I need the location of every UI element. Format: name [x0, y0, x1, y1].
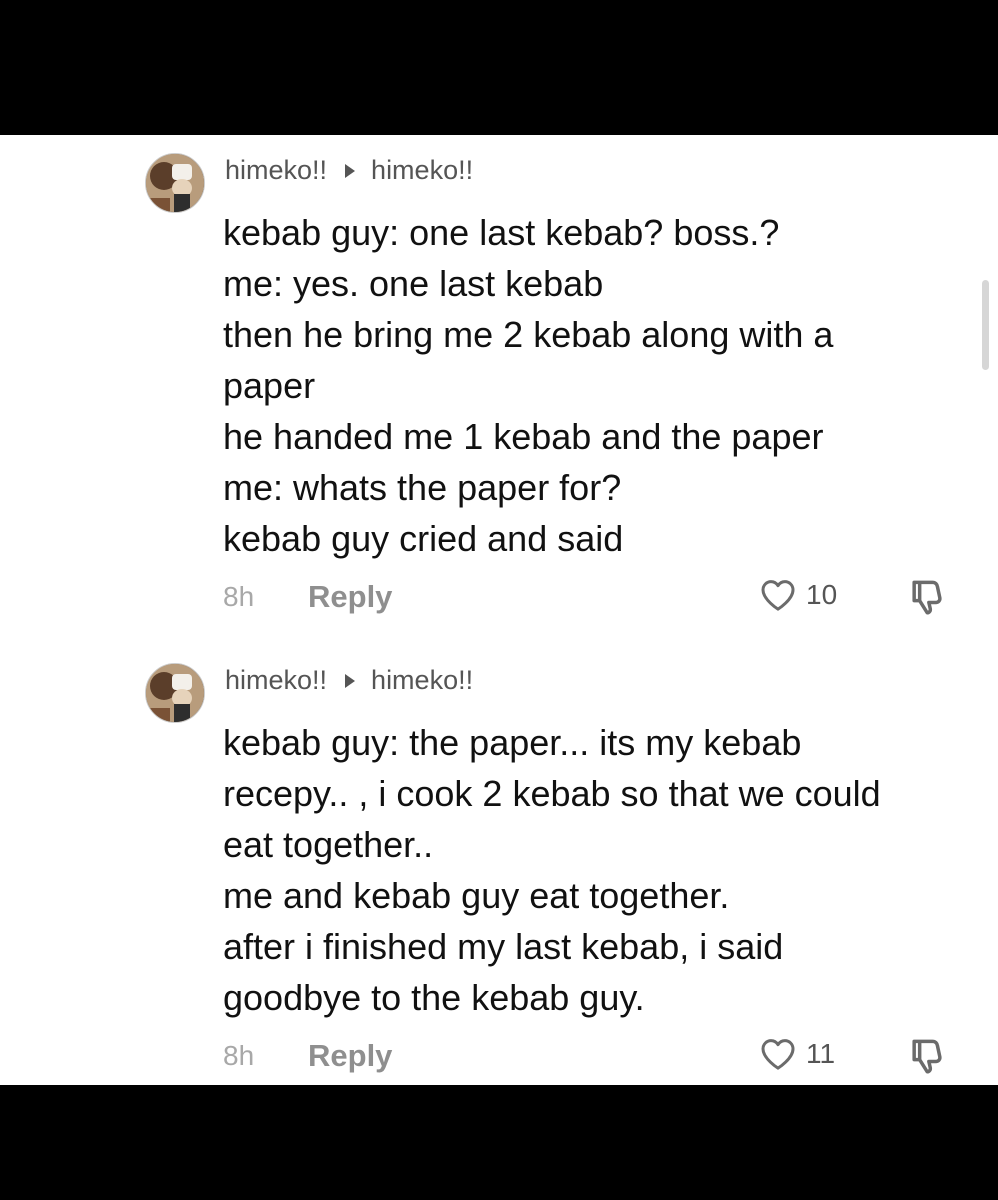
caret-right-icon — [345, 673, 356, 688]
comment-line: goodbye to the kebab guy. — [223, 977, 645, 1018]
comment-line: eat together.. — [223, 824, 434, 865]
avatar[interactable] — [145, 153, 205, 213]
comment-text: kebab guy: the paper... its my kebab rec… — [223, 717, 983, 1023]
like-button[interactable]: 10 — [758, 575, 837, 615]
reply-button[interactable]: Reply — [308, 1038, 392, 1074]
scrollbar[interactable] — [982, 280, 989, 370]
comment-line: me and kebab guy eat together. — [223, 875, 730, 916]
reply-to-username[interactable]: himeko!! — [371, 665, 473, 696]
comment-line: recepy.. , i cook 2 kebab so that we cou… — [223, 773, 881, 814]
caret-right-icon — [345, 163, 356, 178]
avatar[interactable] — [145, 663, 205, 723]
comment-footer: 8h Reply 11 — [223, 1036, 983, 1076]
comment-line: after i finished my last kebab, i said — [223, 926, 784, 967]
avatar-image — [146, 664, 204, 722]
comment-line: he handed me 1 kebab and the paper — [223, 416, 824, 457]
reply-button[interactable]: Reply — [308, 579, 392, 615]
username[interactable]: himeko!! — [225, 155, 327, 186]
heart-icon — [761, 1039, 795, 1070]
dislike-button[interactable] — [905, 575, 949, 627]
comment-line: then he bring me 2 kebab along with a — [223, 314, 834, 355]
thumbs-down-icon — [912, 1039, 942, 1074]
comment-list: himeko!! himeko!! kebab guy: one last ke… — [0, 135, 998, 1085]
timestamp: 8h — [223, 581, 255, 612]
like-button[interactable]: 11 — [758, 1034, 835, 1074]
like-count: 10 — [806, 579, 838, 610]
thumbs-down-icon — [912, 580, 942, 615]
comment-line: kebab guy: the paper... its my kebab — [223, 722, 802, 763]
comment-header: himeko!! himeko!! — [225, 155, 473, 186]
heart-icon — [761, 580, 795, 611]
comment-header: himeko!! himeko!! — [225, 665, 473, 696]
like-count: 11 — [806, 1038, 836, 1069]
comment-text: kebab guy: one last kebab? boss.? me: ye… — [223, 207, 983, 564]
dislike-button[interactable] — [905, 1034, 949, 1085]
comment-line: me: yes. one last kebab — [223, 263, 604, 304]
comment-footer: 8h Reply 10 — [223, 577, 983, 617]
timestamp: 8h — [223, 1040, 255, 1071]
comment-line: paper — [223, 365, 316, 406]
comment-line: me: whats the paper for? — [223, 467, 622, 508]
comment-line: kebab guy: one last kebab? boss.? — [223, 212, 780, 253]
username[interactable]: himeko!! — [225, 665, 327, 696]
reply-to-username[interactable]: himeko!! — [371, 155, 473, 186]
avatar-image — [146, 154, 204, 212]
comment-line: kebab guy cried and said — [223, 518, 624, 559]
